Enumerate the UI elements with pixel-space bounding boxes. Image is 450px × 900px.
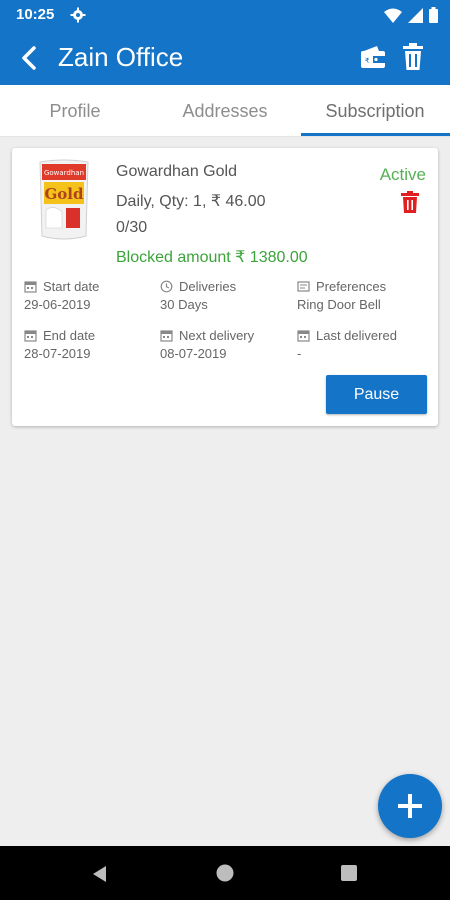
product-image-variant: Gold [44, 185, 84, 203]
detail-value: Ring Door Bell [297, 297, 381, 312]
status-bar: 10:25 [0, 0, 450, 30]
product-image: Gowardhan Gold [39, 159, 89, 240]
delete-subscription-icon[interactable] [400, 191, 420, 213]
tab-addresses[interactable]: Addresses [150, 85, 300, 137]
system-nav-bar [0, 846, 450, 900]
calendar-icon [297, 330, 310, 342]
pause-button[interactable]: Pause [326, 375, 427, 414]
svg-text:₹: ₹ [365, 57, 370, 65]
detail-value: 30 Days [160, 297, 208, 312]
wifi-icon [384, 8, 402, 23]
detail-label: Last delivered [316, 328, 397, 343]
detail-label: Deliveries [179, 279, 237, 294]
clock-icon [160, 280, 173, 293]
detail-preferences: Preferences Ring Door Bell [297, 279, 386, 312]
status-indicators [384, 7, 438, 23]
back-arrow-icon [22, 46, 36, 70]
product-name: Gowardhan Gold [116, 163, 237, 180]
battery-icon [429, 7, 438, 23]
product-info: Daily, Qty: 1, ₹ 46.00 [116, 193, 266, 210]
preferences-note-icon [297, 281, 310, 292]
signal-icon [408, 7, 423, 23]
delete-icon[interactable] [400, 43, 426, 71]
app-bar: Zain Office ₹ [0, 30, 450, 85]
subscription-card[interactable]: Gowardhan Gold Gowardhan Gold Daily, Qty… [12, 148, 438, 426]
nav-recent-apps-icon[interactable] [340, 864, 358, 882]
detail-next-delivery: Next delivery 08-07-2019 [160, 328, 254, 361]
nav-home-icon[interactable] [215, 863, 235, 883]
blocked-amount: Blocked amount ₹ 1380.00 [116, 249, 308, 266]
detail-value: - [297, 346, 302, 361]
nav-back-icon[interactable] [90, 864, 110, 884]
add-subscription-button[interactable] [378, 774, 442, 838]
detail-last-delivered: Last delivered - [297, 328, 397, 361]
tab-profile[interactable]: Profile [0, 85, 150, 137]
page-title: Zain Office [58, 42, 184, 72]
tab-subscription[interactable]: Subscription [300, 85, 450, 137]
detail-value: 08-07-2019 [160, 346, 227, 361]
tab-bar: Profile Addresses Subscription [0, 85, 450, 137]
detail-label: Start date [43, 279, 100, 294]
detail-start-date: Start date 29-06-2019 [24, 279, 99, 312]
detail-value: 28-07-2019 [24, 346, 91, 361]
calendar-icon [24, 281, 37, 293]
settings-gear-icon [70, 7, 86, 23]
plus-icon [398, 794, 422, 818]
delivery-progress: 0/30 [116, 219, 148, 236]
detail-value: 29-06-2019 [24, 297, 91, 312]
status-time: 10:25 [16, 6, 55, 23]
detail-end-date: End date 28-07-2019 [24, 328, 95, 361]
detail-label: Preferences [316, 279, 387, 294]
calendar-icon [24, 330, 37, 342]
back-button[interactable] [14, 43, 44, 73]
active-tab-indicator [301, 133, 450, 136]
detail-label: End date [43, 328, 96, 343]
status-badge: Active [379, 165, 426, 184]
calendar-icon [160, 330, 173, 342]
wallet-icon[interactable]: ₹ [359, 43, 387, 71]
detail-deliveries: Deliveries 30 Days [160, 279, 236, 312]
product-image-brand: Gowardhan [44, 169, 84, 177]
detail-label: Next delivery [179, 328, 255, 343]
